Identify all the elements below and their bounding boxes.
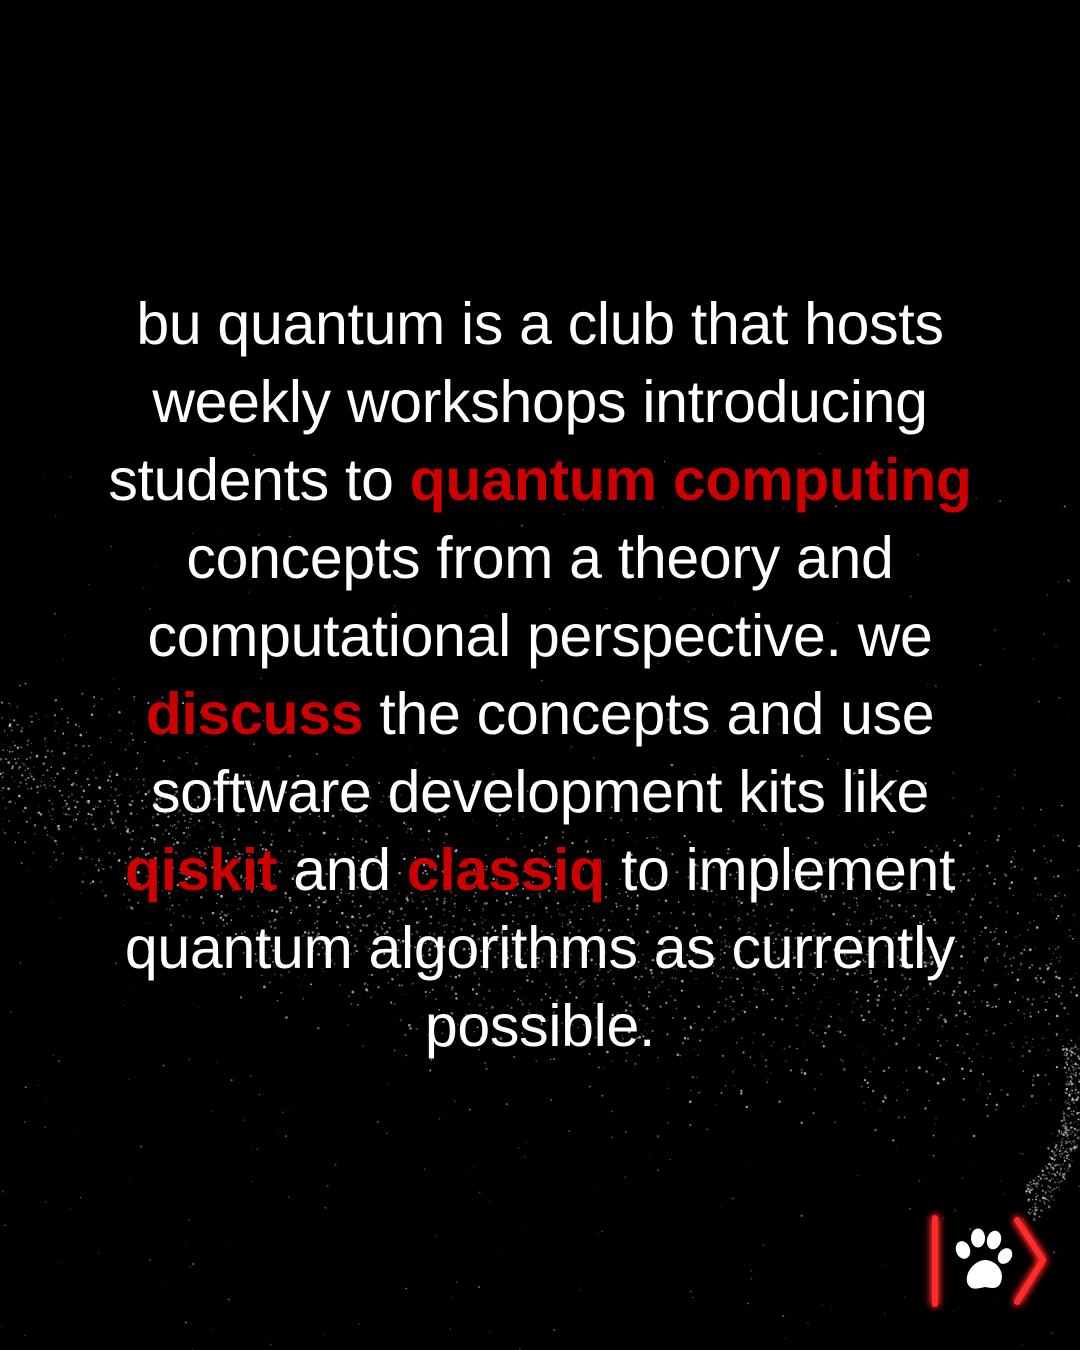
highlighted-term: quantum computing <box>409 447 972 513</box>
paw-ket-icon <box>925 1210 1055 1310</box>
text-segment: bu quantum is a club that hosts <box>136 291 944 357</box>
text-segment: students to <box>108 447 410 513</box>
text-line: computational perspective. we <box>60 597 1020 675</box>
text-segment: to implement <box>604 837 956 903</box>
logo-chevron <box>1014 1217 1046 1305</box>
text-line: bu quantum is a club that hosts <box>60 285 1020 363</box>
text-segment: and <box>277 837 407 903</box>
text-line: possible. <box>60 987 1020 1065</box>
paw-icon <box>955 1228 1013 1289</box>
text-segment: quantum algorithms as currently <box>124 915 956 981</box>
text-segment: concepts from a theory and <box>186 525 894 591</box>
text-segment: software development kits like <box>150 759 930 825</box>
text-line: quantum algorithms as currently <box>60 909 1020 987</box>
text-line: concepts from a theory and <box>60 519 1020 597</box>
text-line: students to quantum computing <box>60 441 1020 519</box>
text-segment: the concepts and use <box>363 681 935 747</box>
text-segment: weekly workshops introducing <box>152 369 928 435</box>
highlighted-term: qiskit <box>124 837 278 903</box>
text-line: discuss the concepts and use <box>60 675 1020 753</box>
text-line: software development kits like <box>60 753 1020 831</box>
text-segment: computational perspective. we <box>147 603 933 669</box>
description-text: bu quantum is a club that hosts weekly wo… <box>60 285 1020 1065</box>
text-segment: possible. <box>424 993 656 1059</box>
highlighted-term: discuss <box>145 681 364 747</box>
text-line: weekly workshops introducing <box>60 363 1020 441</box>
highlighted-term: classiq <box>406 837 605 903</box>
text-line: qiskit and classiq to implement <box>60 831 1020 909</box>
